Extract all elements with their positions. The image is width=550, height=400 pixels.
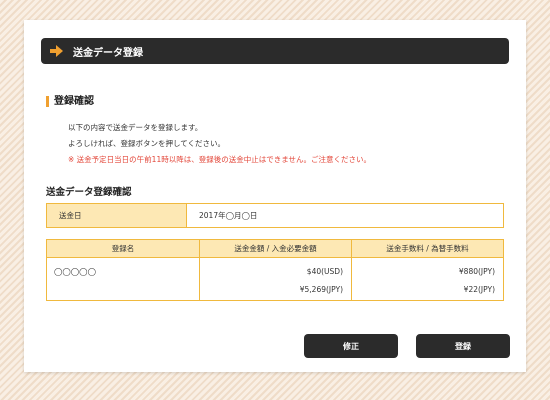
confirm-message-1: 以下の内容で送金データを登録します。 — [68, 123, 203, 132]
submit-button[interactable]: 登録 — [416, 334, 510, 358]
registration-subtitle: 送金データ登録確認 — [46, 187, 132, 198]
cell-name: ◯◯◯◯◯ — [47, 258, 199, 300]
cell-amount: $40(USD) ¥5,269(JPY) — [199, 258, 351, 300]
confirm-section-title: 登録確認 — [46, 96, 94, 107]
registration-name: ◯◯◯◯◯ — [54, 267, 96, 276]
send-amount: $40(USD) — [306, 267, 343, 276]
page-title: 送金データ登録 — [73, 47, 143, 59]
column-header-fee: 送金手数料 / 為替手数料 — [351, 240, 503, 258]
cell-fee: ¥880(JPY) ¥22(JPY) — [351, 258, 503, 300]
column-header-name: 登録名 — [47, 240, 199, 258]
exchange-fee: ¥22(JPY) — [463, 285, 495, 294]
date-label: 送金日 — [47, 204, 187, 227]
date-value: 2017年◯月◯日 — [199, 211, 258, 220]
required-amount: ¥5,269(JPY) — [299, 285, 343, 294]
main-card: 送金データ登録 登録確認 以下の内容で送金データを登録します。 よろしければ、登… — [24, 20, 526, 372]
date-table: 送金日 2017年◯月◯日 — [46, 203, 504, 228]
send-fee: ¥880(JPY) — [458, 267, 495, 276]
cancel-notice: ※ 送金予定日当日の午前11時以降は、登録後の送金中止はできません。ご注意くださ… — [68, 155, 371, 164]
fee-table: 登録名 送金金額 / 入金必要金額 送金手数料 / 為替手数料 ◯◯◯◯◯ $4… — [46, 239, 504, 301]
confirm-message-2: よろしければ、登録ボタンを押してください。 — [68, 139, 226, 148]
header-bar: 送金データ登録 — [41, 38, 509, 64]
column-header-amount: 送金金額 / 入金必要金額 — [199, 240, 351, 258]
edit-button[interactable]: 修正 — [304, 334, 398, 358]
arrow-right-icon — [50, 44, 64, 58]
